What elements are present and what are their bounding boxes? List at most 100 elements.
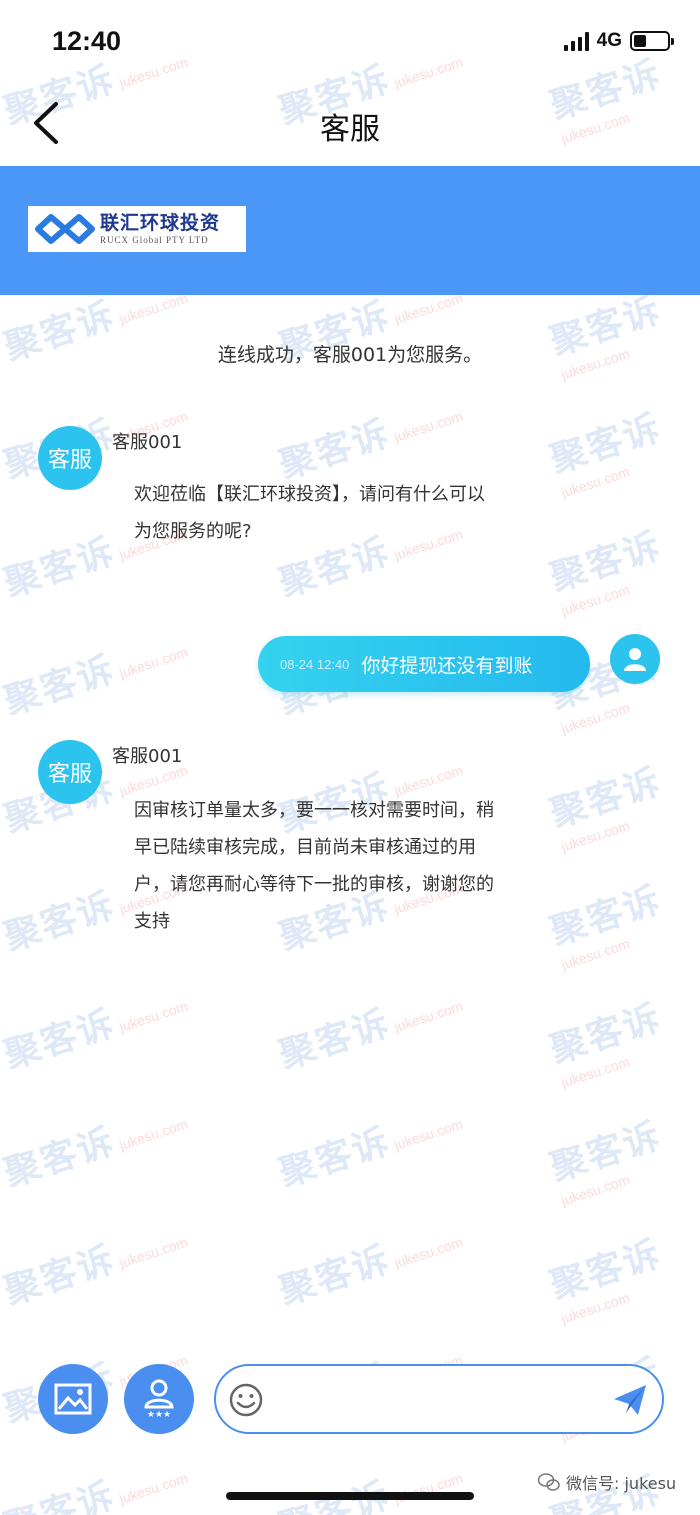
agent-message-text: 欢迎莅临【联汇环球投资】，请问有什么可以 为您服务的呢? — [134, 476, 554, 550]
watermark-text-cn: 聚客诉 — [545, 761, 667, 836]
watermark-text-en: jukesu.com — [113, 289, 190, 329]
message-line: 因审核订单量太多，要一一核对需要时间，稍 — [134, 800, 494, 821]
watermark-text-cn: 聚客诉 — [0, 648, 121, 723]
watermark: 聚客诉 jukesu.com — [272, 971, 468, 1079]
status-bar: 12:40 4G — [0, 0, 700, 80]
watermark: 聚客诉 jukesu.com — [543, 1096, 700, 1210]
watermark-text-cn: 聚客诉 — [0, 1474, 121, 1515]
agent-name: 客服001 — [112, 432, 183, 453]
image-icon — [54, 1383, 92, 1415]
watermark-text-cn: 聚客诉 — [545, 997, 667, 1072]
watermark-text-en: jukesu.com — [113, 1115, 190, 1155]
watermark: 聚客诉 jukesu.com — [272, 1089, 468, 1197]
message-line: 为您服务的呢? — [134, 521, 252, 542]
watermark: 聚客诉 jukesu.com — [543, 860, 700, 974]
watermark-text-en: jukesu.com — [388, 407, 465, 447]
watermark-text-cn: 聚客诉 — [545, 1115, 667, 1190]
message-line: 户，请您再耐心等待下一批的审核，谢谢您的 — [134, 874, 494, 895]
company-logo: 联汇环球投资 RUCX Global PTY LTD — [28, 206, 246, 252]
watermark: 聚客诉 jukesu.com — [543, 388, 700, 502]
watermark: 聚客诉 jukesu.com — [272, 1207, 468, 1315]
watermark-text-en: jukesu.com — [559, 463, 632, 501]
watermark-text-en: jukesu.com — [559, 1053, 632, 1091]
page-title: 客服 — [320, 112, 380, 147]
rate-agent-icon: ★★★ — [144, 1379, 174, 1419]
wechat-watermark: 微信号: jukesu — [538, 1470, 676, 1494]
watermark-text-en: jukesu.com — [388, 1233, 465, 1273]
status-indicators: 4G — [563, 30, 674, 52]
svg-text:★★★: ★★★ — [147, 1410, 171, 1419]
battery-icon — [630, 31, 674, 51]
wechat-icon — [538, 1473, 560, 1491]
watermark: 聚客诉 jukesu.com — [0, 1443, 192, 1515]
watermark: 聚客诉 jukesu.com — [543, 1214, 700, 1328]
watermark-text-cn: 聚客诉 — [545, 525, 667, 600]
watermark: 聚客诉 jukesu.com — [543, 742, 700, 856]
watermark-text-en: jukesu.com — [113, 643, 190, 683]
watermark-text-en: jukesu.com — [559, 1289, 632, 1327]
emoji-button[interactable] — [228, 1382, 264, 1418]
message-line: 欢迎莅临【联汇环球投资】，请问有什么可以 — [134, 484, 485, 505]
watermark-text-en: jukesu.com — [559, 1171, 632, 1209]
smiley-icon — [229, 1383, 263, 1417]
watermark-text-cn: 聚客诉 — [0, 1120, 121, 1195]
watermark-text-en: jukesu.com — [388, 1115, 465, 1155]
user-message-bubble: 08-24 12:40 你好提现还没有到账 — [258, 636, 590, 692]
watermark-text-en: jukesu.com — [388, 1469, 465, 1509]
rate-agent-button[interactable]: ★★★ — [124, 1364, 194, 1434]
watermark: 聚客诉 jukesu.com — [272, 1443, 468, 1515]
status-time: 12:40 — [52, 26, 122, 56]
user-icon — [624, 648, 646, 671]
watermark-text-cn: 聚客诉 — [545, 879, 667, 954]
send-image-button[interactable] — [38, 1364, 108, 1434]
watermark-text-en: jukesu.com — [559, 699, 632, 737]
user-avatar — [610, 634, 660, 684]
agent-avatar: 客服 — [38, 740, 102, 804]
watermark-text-en: jukesu.com — [113, 1469, 190, 1509]
message-line: 支持 — [134, 911, 170, 932]
watermark: 聚客诉 jukesu.com — [0, 617, 192, 725]
message-line: 早已陆续审核完成，目前尚未审核通过的用 — [134, 837, 476, 858]
watermark-text-en: jukesu.com — [559, 817, 632, 855]
watermark-text-cn: 聚客诉 — [0, 1002, 121, 1077]
agent-avatar: 客服 — [38, 426, 102, 490]
connection-notice: 连线成功，客服001为您服务。 — [217, 344, 483, 366]
watermark-text-cn: 聚客诉 — [0, 530, 121, 605]
infinity-logo-icon — [35, 214, 95, 244]
watermark-text-en: jukesu.com — [388, 289, 465, 329]
home-indicator — [226, 1492, 474, 1500]
watermark-text-en: jukesu.com — [559, 935, 632, 973]
watermark-text-en: jukesu.com — [559, 581, 632, 619]
paper-plane-icon — [614, 1385, 646, 1415]
watermark-text-cn: 聚客诉 — [545, 1233, 667, 1308]
watermark-text-cn: 聚客诉 — [274, 1120, 396, 1195]
watermark: 聚客诉 jukesu.com — [543, 978, 700, 1092]
agent-name: 客服001 — [112, 746, 183, 767]
company-banner: 联汇环球投资 RUCX Global PTY LTD — [0, 166, 700, 295]
message-input-box — [214, 1364, 664, 1434]
message-timestamp: 08-24 12:40 — [280, 656, 350, 672]
message-input[interactable] — [278, 1378, 608, 1422]
watermark-text-en: jukesu.com — [113, 1233, 190, 1273]
user-message-text: 你好提现还没有到账 — [361, 654, 533, 677]
logo-text-en: RUCX Global PTY LTD — [100, 235, 209, 245]
watermark-text-cn: 聚客诉 — [274, 1002, 396, 1077]
watermark: 聚客诉 jukesu.com — [0, 1089, 192, 1197]
watermark-text-cn: 聚客诉 — [545, 407, 667, 482]
watermark: 聚客诉 jukesu.com — [543, 506, 700, 620]
signal-icon — [563, 31, 589, 51]
watermark: 聚客诉 jukesu.com — [0, 971, 192, 1079]
watermark-text-cn: 聚客诉 — [0, 1238, 121, 1313]
watermark-text-en: jukesu.com — [113, 997, 190, 1037]
watermark-text-en: jukesu.com — [388, 997, 465, 1037]
logo-text-cn: 联汇环球投资 — [100, 212, 221, 234]
send-button[interactable] — [612, 1382, 648, 1418]
watermark-text-cn: 聚客诉 — [0, 884, 121, 959]
nav-bar: 客服 — [0, 80, 700, 166]
watermark: 聚客诉 jukesu.com — [0, 1207, 192, 1315]
agent-message-text: 因审核订单量太多，要一一核对需要时间，稍 早已陆续审核完成，目前尚未审核通过的用… — [134, 792, 554, 940]
wechat-id: 微信号: jukesu — [566, 1474, 677, 1493]
watermark-text-cn: 聚客诉 — [274, 1238, 396, 1313]
network-type: 4G — [596, 30, 622, 51]
watermark: 聚客诉 jukesu.com — [272, 381, 468, 489]
